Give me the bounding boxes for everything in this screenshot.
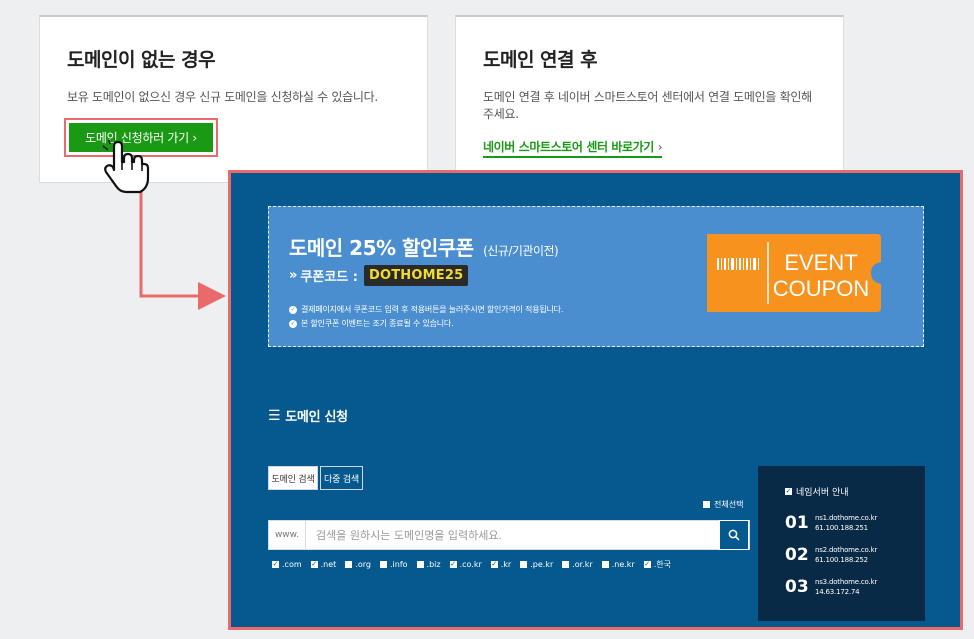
coupon-note: ✓ 결제페이지에서 쿠폰코드 입력 후 적용버튼을 눌러주시면 할인가격이 적용… — [289, 304, 563, 315]
tld-checkbox[interactable]: .ne.kr — [601, 559, 635, 570]
coupon-note: ✓ 본 할인쿠폰 이벤트는 조기 종료될 수 있습니다. — [289, 318, 454, 329]
nameserver-row: 03 ns3.dothome.co.kr 14.63.172.74 — [785, 577, 877, 597]
tld-label: .한국 — [653, 560, 671, 569]
tld-checkbox[interactable]: ✓ .kr — [490, 559, 512, 570]
menu-icon: ☰ — [268, 407, 281, 424]
select-all-checkbox[interactable]: 전체선택 — [703, 499, 743, 510]
nameserver-row: 01 ns1.dothome.co.kr 61.100.188.251 — [785, 513, 877, 533]
checkbox-icon: ✓ — [272, 560, 279, 568]
tld-checkbox[interactable]: .pe.kr — [520, 559, 553, 570]
checkbox-icon — [520, 561, 528, 568]
www-prefix: www. — [269, 521, 306, 549]
tld-checkbox[interactable]: ✓ .한국 — [643, 559, 671, 570]
domain-search-input[interactable] — [306, 521, 719, 549]
checkbox-icon — [416, 561, 424, 568]
check-circle-icon: ✓ — [289, 305, 297, 314]
tld-label: .ne.kr — [611, 560, 635, 569]
coupon-code-label: 쿠폰코드 : — [300, 270, 358, 285]
coupon-note-text: 본 할인쿠폰 이벤트는 조기 종료될 수 있습니다. — [301, 319, 454, 328]
tld-label: .or.kr — [572, 560, 593, 569]
nameserver-ip: 61.100.188.251 — [815, 524, 868, 532]
tld-checkbox[interactable]: .or.kr — [562, 559, 593, 570]
pointing-hand-icon — [100, 140, 150, 194]
tld-checkbox[interactable]: .info — [379, 559, 408, 570]
check-circle-icon: ✓ — [289, 319, 297, 328]
tld-label: .org — [355, 560, 371, 569]
search-button[interactable] — [719, 520, 749, 550]
tld-label: .pe.kr — [530, 560, 554, 569]
tld-checkbox-list: ✓ .com ✓ .net .org .info .biz ✓ .co.kr ✓ .kr .pe.kr… — [272, 559, 680, 570]
tld-checkbox[interactable]: ✓ .co.kr — [449, 559, 482, 570]
nameserver-ip: 61.100.188.252 — [815, 556, 868, 564]
nameserver-host: ns3.dothome.co.kr — [815, 578, 878, 586]
select-all-label: 전체선택 — [714, 500, 744, 509]
nameserver-panel: ✓ 네임서버 안내 01 ns1.dothome.co.kr 61.100.18… — [758, 466, 925, 621]
double-chevron-icon: » — [289, 268, 298, 283]
nameserver-host: ns1.dothome.co.kr — [815, 514, 878, 522]
coupon-code-row: » 쿠폰코드 : DOTHOME25 — [289, 265, 469, 286]
nameserver-number: 02 — [785, 545, 809, 565]
checkbox-icon — [562, 561, 570, 568]
coupon-note-text: 결제페이지에서 쿠폰코드 입력 후 적용버튼을 눌러주시면 할인가격이 적용됩니… — [301, 305, 564, 314]
coupon-subtitle: (신규/기관이전) — [483, 244, 559, 258]
nameserver-number: 01 — [785, 513, 809, 533]
tld-label: .biz — [426, 560, 441, 569]
checkbox-icon: ✓ — [310, 560, 318, 568]
search-icon — [728, 529, 740, 541]
tld-label: .com — [282, 560, 302, 569]
coupon-code: DOTHOME25 — [363, 265, 469, 286]
coupon-banner: 도메인 25% 할인쿠폰 (신규/기관이전) » 쿠폰코드 : DOTHOME2… — [268, 206, 924, 347]
nameserver-title-text: 네임서버 안내 — [796, 488, 849, 498]
event-coupon-ticket: EVENT COUPON — [707, 234, 881, 312]
checkbox-icon — [601, 561, 609, 568]
tab-domain-search[interactable]: 도메인 검색 — [268, 466, 318, 490]
checkbox-icon: ✓ — [643, 560, 651, 568]
nameserver-host: ns2.dothome.co.kr — [815, 546, 878, 554]
checkbox-icon: ✓ — [449, 560, 457, 568]
domain-apply-panel: 도메인 25% 할인쿠폰 (신규/기관이전) » 쿠폰코드 : DOTHOME2… — [228, 170, 963, 630]
tld-label: .kr — [500, 560, 512, 569]
checkbox-icon: ✓ — [490, 560, 498, 568]
tld-checkbox[interactable]: ✓ .com — [272, 559, 302, 570]
nameserver-row: 02 ns2.dothome.co.kr 61.100.188.252 — [785, 545, 877, 565]
ticket-line1: EVENT — [784, 250, 857, 275]
section-title: ☰ 도메인 신청 — [268, 406, 348, 426]
ticket-line2: COUPON — [773, 276, 870, 301]
nameserver-number: 03 — [785, 577, 809, 597]
checkbox-icon — [345, 561, 353, 568]
coupon-title-text: 도메인 25% 할인쿠폰 — [289, 236, 474, 260]
tab-multi-search[interactable]: 다중 검색 — [320, 466, 363, 490]
nameserver-ip: 14.63.172.74 — [815, 588, 860, 596]
tld-label: .net — [320, 560, 337, 569]
coupon-title: 도메인 25% 할인쿠폰 (신규/기관이전) — [289, 232, 559, 261]
tld-label: .co.kr — [459, 560, 482, 569]
checkbox-icon — [703, 501, 710, 508]
checkbox-icon: ✓ — [785, 487, 792, 495]
tld-checkbox[interactable]: .org — [345, 559, 371, 570]
tld-checkbox[interactable]: .biz — [416, 559, 441, 570]
checkbox-icon — [379, 561, 387, 568]
section-title-text: 도메인 신청 — [285, 410, 348, 425]
tld-checkbox[interactable]: ✓ .net — [310, 559, 337, 570]
domain-search-bar: www. — [268, 520, 750, 550]
nameserver-title: ✓ 네임서버 안내 — [785, 485, 849, 498]
tld-label: .info — [389, 560, 408, 569]
